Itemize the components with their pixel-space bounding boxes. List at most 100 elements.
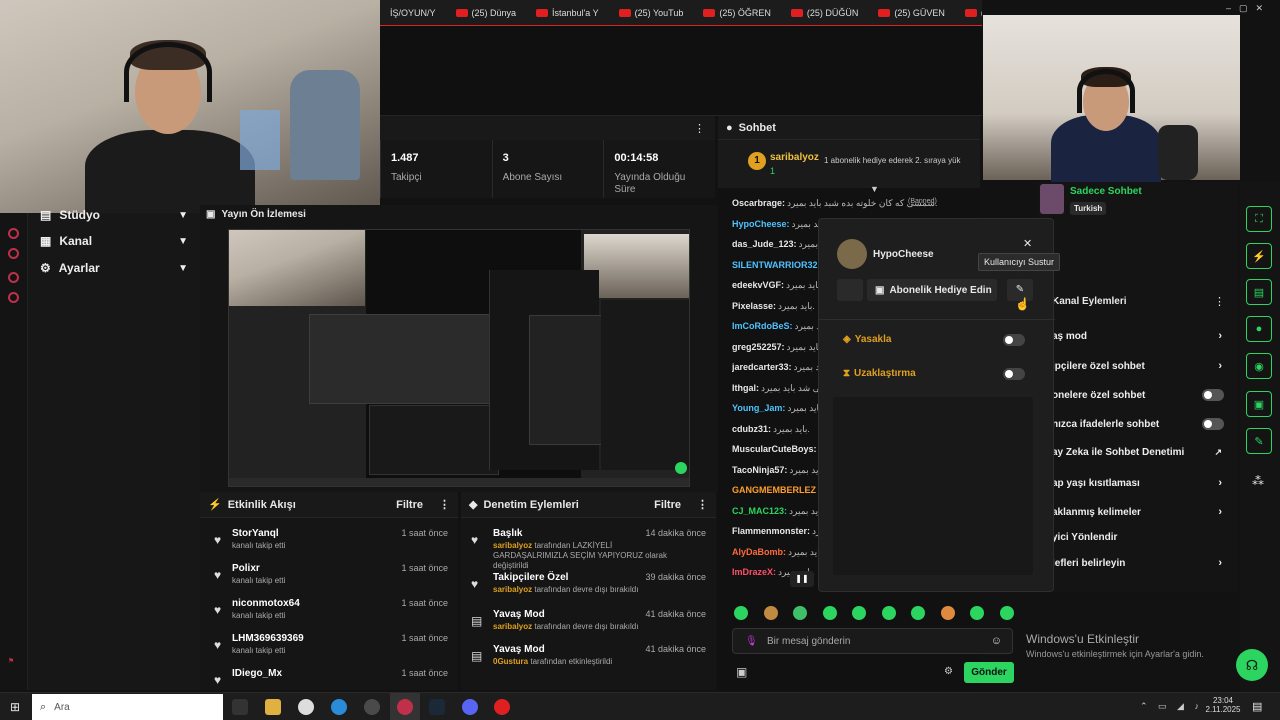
- toggle[interactable]: [1202, 418, 1224, 430]
- chat-username[interactable]: ImCoRdoBeS:: [732, 321, 793, 331]
- chat-username[interactable]: TacoNinja57:: [732, 465, 787, 475]
- more-icon[interactable]: ⋮: [439, 498, 450, 511]
- browser-tab[interactable]: (25) Dünya: [446, 8, 527, 18]
- chat-username[interactable]: Young_Jam:: [732, 403, 785, 413]
- close-icon[interactable]: ✕: [1023, 237, 1032, 250]
- browser-tab[interactable]: (25) Pakista: [955, 8, 982, 18]
- channel-action-item[interactable]: lefleri belirleyin ›: [1052, 557, 1232, 569]
- discord-icon[interactable]: [462, 699, 478, 715]
- emote-icon[interactable]: [763, 606, 778, 620]
- list-item[interactable]: ♥ Takipçilere Özel saribalyoz tarafından d…: [461, 572, 716, 608]
- app-icon[interactable]: [298, 699, 314, 715]
- file-explorer-icon[interactable]: [265, 699, 281, 715]
- steam-icon[interactable]: [429, 699, 445, 715]
- browser-tab[interactable]: (25) GÜVEN: [868, 8, 955, 18]
- task-view-icon[interactable]: [232, 699, 248, 715]
- support-icon[interactable]: ☊: [1236, 649, 1268, 681]
- more-icon[interactable]: ⋮: [694, 122, 705, 135]
- channel-action-item[interactable]: ap yaşı kısıtlaması ›: [1052, 477, 1232, 489]
- sidebar-item-studio[interactable]: ▤ Stüdyo ▼: [40, 208, 188, 222]
- chat-username[interactable]: MuscularCuteBoys:: [732, 444, 817, 454]
- channel-action-item[interactable]: nızca ifadelerle sohbet: [1052, 418, 1232, 430]
- more-icon[interactable]: ⋮: [697, 498, 708, 511]
- clipboard-icon[interactable]: ▤: [1246, 279, 1272, 305]
- list-item[interactable]: ♥ LHM369639369 kanalı takip etti 1 saat önc…: [200, 633, 458, 669]
- chat-username[interactable]: AlyDaBomb:: [732, 547, 786, 557]
- taskbar-search[interactable]: ⌕ Ara: [32, 694, 223, 720]
- chat-username[interactable]: jaredcarter33:: [732, 362, 792, 372]
- fullscreen-icon[interactable]: ⛶: [1246, 206, 1272, 232]
- chat-username[interactable]: CJ_MAC123:: [732, 506, 787, 516]
- emote-icon[interactable]: [881, 606, 896, 620]
- browser-tab[interactable]: İstanbul'a Y: [526, 8, 609, 18]
- windows-start-icon[interactable]: ⊞: [10, 700, 20, 714]
- browser-tab[interactable]: (25) YouTub: [609, 8, 694, 18]
- chat-username[interactable]: Flammenmonster:: [732, 526, 810, 536]
- timeout-toggle[interactable]: [1003, 368, 1025, 380]
- chat-username[interactable]: Oscarbrage:: [732, 198, 785, 208]
- browser-tab[interactable]: İŞ/OYUN/Y: [380, 8, 446, 18]
- emote-icon[interactable]: [793, 606, 807, 620]
- list-item[interactable]: ♥ Başlık saribalyoz tarafından LAZKİYELİ G…: [461, 528, 716, 570]
- chat-username[interactable]: GANGMEMBERLEZ: [732, 485, 816, 495]
- chat-username[interactable]: HypoCheese:: [732, 219, 790, 229]
- broadcast-icon[interactable]: ◉: [1246, 353, 1272, 379]
- gift-icon[interactable]: ▣: [736, 665, 747, 679]
- chat-input[interactable]: 🎙 Bir mesaj gönderin ☺: [732, 628, 1013, 654]
- emote-icon[interactable]: [734, 606, 748, 620]
- channel-action-item[interactable]: aş mod ›: [1052, 330, 1232, 342]
- toggle[interactable]: [1202, 389, 1224, 401]
- app-icon-2[interactable]: [364, 699, 380, 715]
- bottom-rail-icon[interactable]: ⚑: [8, 657, 14, 665]
- send-button[interactable]: Gönder: [964, 662, 1014, 683]
- bolt-icon[interactable]: ⚡: [1246, 243, 1272, 269]
- ban-toggle[interactable]: [1003, 334, 1025, 346]
- list-item[interactable]: ♥ Polixr kanalı takip etti 1 saat önce: [200, 563, 458, 599]
- list-item[interactable]: ♥ StorYanql kanalı takip etti 1 saat önce: [200, 528, 458, 564]
- clips-icon[interactable]: [8, 272, 19, 283]
- filter-button[interactable]: Filtre: [396, 499, 423, 511]
- connections-icon[interactable]: ⁂: [1252, 474, 1264, 488]
- channel-action-item[interactable]: ipçilere özel sohbet ›: [1052, 360, 1232, 372]
- emote-icon[interactable]: [970, 606, 984, 620]
- sidebar-item-ayarlar[interactable]: ⚙ Ayarlar ▼: [40, 261, 188, 275]
- scroll-down-icon[interactable]: ▼: [870, 184, 879, 194]
- channel-action-item[interactable]: aklanmış kelimeler ›: [1052, 506, 1232, 518]
- clock[interactable]: 23:04 2.11.2025: [1205, 696, 1241, 714]
- filter-button[interactable]: Filtre: [654, 499, 681, 511]
- list-item[interactable]: ▤ Yavaş Mod 0Gustura tarafından etkinleşti…: [461, 644, 716, 680]
- list-item[interactable]: ♥ niconmotox64 kanalı takip etti 1 saat önc…: [200, 598, 458, 634]
- stream-icon[interactable]: [8, 228, 19, 239]
- emote-icon[interactable]: [911, 606, 925, 620]
- window-controls[interactable]: –▢✕: [1226, 3, 1271, 14]
- more-icon[interactable]: ⋮: [1214, 295, 1225, 308]
- chat-username[interactable]: das_Jude_123:: [732, 239, 797, 249]
- chat-username[interactable]: SILENTWARRIOR32: [732, 260, 818, 270]
- chat-settings-icon[interactable]: ⚙: [944, 666, 953, 677]
- chat-username[interactable]: greg252257:: [732, 342, 785, 352]
- settings-icon[interactable]: [8, 292, 19, 303]
- channel-action-item[interactable]: ay Zeka ile Sohbet Denetimi ↗: [1052, 447, 1232, 458]
- tray-icons[interactable]: ⌃ ▭ ◢ ♪: [1140, 701, 1203, 712]
- chat-username[interactable]: ImDrazeX:: [732, 567, 776, 577]
- chat-icon[interactable]: [8, 248, 19, 259]
- list-item[interactable]: ▤ Yavaş Mod saribalyoz tarafından devre dı…: [461, 609, 716, 645]
- chat-username[interactable]: cdubz31:: [732, 424, 771, 434]
- channel-action-item[interactable]: onelere özel sohbet: [1052, 389, 1232, 401]
- notification-icon[interactable]: ▤: [1252, 700, 1262, 713]
- pause-chat-button[interactable]: ❚❚: [790, 571, 814, 587]
- active-task[interactable]: [390, 693, 420, 720]
- stream-preview-video[interactable]: [228, 229, 690, 487]
- chat-username[interactable]: Pixelasse:: [732, 301, 776, 311]
- emote-icon[interactable]: [822, 606, 837, 620]
- layout-icon[interactable]: ▣: [1246, 391, 1272, 417]
- gift-subscription-button[interactable]: ▣ Abonelik Hediye Edin: [867, 279, 997, 301]
- sidebar-item-kanal[interactable]: ▦ Kanal ▼: [40, 234, 188, 248]
- edge-icon[interactable]: [331, 699, 347, 715]
- browser-tab[interactable]: (25) ÖĞREN: [693, 8, 781, 18]
- opera-icon[interactable]: [494, 699, 510, 715]
- chat-icon[interactable]: ●: [1246, 316, 1272, 342]
- browser-tab[interactable]: (25) DÜĞÜN: [781, 8, 869, 18]
- emote-icon[interactable]: [852, 606, 866, 620]
- emote-icon[interactable]: [940, 606, 955, 620]
